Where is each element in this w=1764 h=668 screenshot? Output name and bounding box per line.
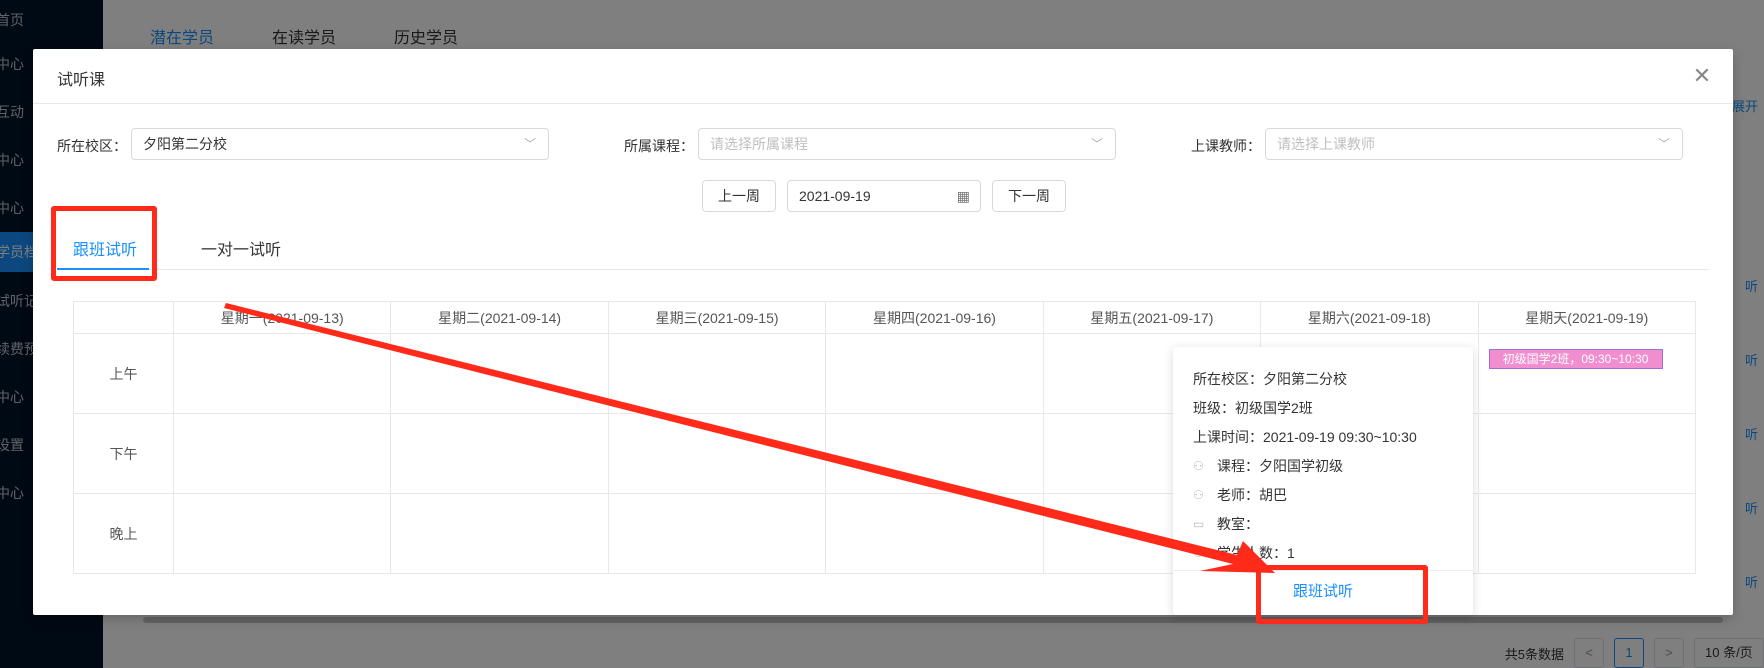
chevron-down-icon: ﹀ [1090, 137, 1103, 151]
students-icon: ⚇ [1193, 546, 1204, 560]
next-week-button[interactable]: 下一周 [992, 180, 1066, 212]
schedule-cell: 初级国学2班，09:30~10:30 [1477, 333, 1697, 414]
day-header: 星期二(2021-09-14) [390, 301, 609, 334]
schedule-cell [390, 493, 609, 574]
modal-title: 试听课 [57, 72, 106, 89]
close-icon[interactable]: ✕ [1687, 61, 1717, 91]
schedule-cell [172, 333, 392, 414]
prev-week-button[interactable]: 上一周 [702, 180, 776, 212]
campus-select-value: 夕阳第二分校 [143, 136, 227, 152]
period-label: 下午 [73, 413, 174, 494]
schedule-cell [1477, 493, 1697, 574]
trial-class-modal: 试听课 ✕ 所在校区： 夕阳第二分校 ﹀ 所属课程： 请选择所属课程 ﹀ 上课教… [33, 49, 1733, 615]
schedule-cell [390, 333, 609, 414]
day-header: 星期六(2021-09-18) [1260, 301, 1479, 334]
period-label: 晚上 [73, 493, 174, 574]
schedule-cell [825, 493, 1044, 574]
teacher-label: 上课教师： [1191, 138, 1261, 154]
modal-header: 试听课 ✕ [33, 49, 1733, 104]
popover-students: ⚇ 学生人数：1 [1193, 545, 1295, 561]
popover-course: ⚇ 课程：夕阳国学初级 [1193, 458, 1343, 474]
user-icon: ⚇ [1193, 488, 1204, 502]
teacher-select-placeholder: 请选择上课教师 [1277, 136, 1375, 152]
day-header: 星期一(2021-09-13) [172, 301, 392, 334]
schedule-cell [825, 413, 1044, 494]
schedule-cell [825, 333, 1044, 414]
course-select-placeholder: 请选择所属课程 [710, 136, 808, 152]
date-value: 2021-09-19 [799, 188, 871, 204]
users-icon: ⚇ [1193, 459, 1204, 473]
monitor-icon: ▭ [1193, 517, 1205, 531]
day-header: 星期天(2021-09-19) [1477, 301, 1697, 334]
course-select[interactable]: 请选择所属课程 ﹀ [698, 128, 1116, 160]
annotation-highlight-tab [51, 206, 157, 281]
schedule-header-row: 星期一(2021-09-13) 星期二(2021-09-14) 星期三(2021… [73, 301, 1697, 334]
annotation-highlight-button [1256, 565, 1428, 624]
schedule-cell [172, 493, 392, 574]
schedule-cell [390, 413, 609, 494]
lesson-chip[interactable]: 初级国学2班，09:30~10:30 [1488, 349, 1663, 369]
schedule-cell [172, 413, 392, 494]
tab-one-on-one-trial[interactable]: 一对一试听 [201, 236, 281, 260]
week-date-picker[interactable]: 2021-09-19 ▦ [787, 180, 981, 212]
day-header: 星期五(2021-09-17) [1042, 301, 1262, 334]
popover-time: 上课时间：2021-09-19 09:30~10:30 [1193, 429, 1417, 445]
day-header: 星期三(2021-09-15) [607, 301, 827, 334]
period-label: 上午 [73, 333, 174, 414]
course-label: 所属课程： [624, 138, 694, 154]
schedule-cell [1477, 413, 1697, 494]
chevron-down-icon: ﹀ [1657, 137, 1670, 151]
calendar-icon: ▦ [956, 188, 970, 204]
corner-cell [73, 301, 174, 334]
schedule-cell [607, 493, 827, 574]
popover-room: ▭ 教室： [1193, 516, 1259, 532]
schedule-cell [607, 333, 827, 414]
teacher-select[interactable]: 请选择上课教师 ﹀ [1265, 128, 1683, 160]
popover-teacher: ⚇ 老师：胡巴 [1193, 487, 1287, 503]
popover-class: 班级：初级国学2班 [1193, 400, 1313, 416]
popover-campus: 所在校区：夕阳第二分校 [1193, 371, 1347, 387]
day-header: 星期四(2021-09-16) [825, 301, 1044, 334]
chevron-down-icon: ﹀ [523, 137, 536, 151]
schedule-cell [607, 413, 827, 494]
campus-select[interactable]: 夕阳第二分校 ﹀ [131, 128, 549, 160]
trial-type-tabs: 跟班试听 一对一试听 [57, 224, 1709, 270]
campus-label: 所在校区： [57, 138, 127, 154]
